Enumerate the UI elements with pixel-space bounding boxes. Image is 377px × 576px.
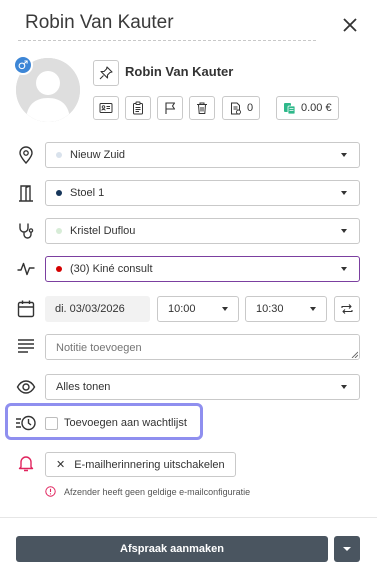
title-underline — [18, 40, 316, 41]
dialog-title: Robin Van Kauter — [25, 12, 174, 33]
service-row-icon — [14, 257, 38, 281]
room-row-icon — [14, 181, 38, 205]
dialog-header: Robin Van Kauter — [0, 0, 377, 48]
therapist-color-dot — [56, 228, 62, 234]
chevron-down-icon — [341, 191, 347, 195]
close-icon — [343, 18, 357, 32]
end-time-value: 10:30 — [256, 303, 284, 315]
chevron-down-icon — [341, 267, 347, 271]
text-lines-icon — [18, 339, 34, 353]
therapist-row-icon — [14, 219, 38, 243]
repeat-button[interactable] — [334, 296, 360, 322]
location-color-dot — [56, 152, 62, 158]
coins-icon — [284, 102, 296, 114]
clock-history-icon — [16, 415, 36, 431]
visibility-select[interactable]: Alles tonen — [45, 374, 360, 400]
notes-row-icon — [14, 333, 38, 357]
room-color-dot — [56, 190, 62, 196]
room-value: Stoel 1 — [70, 187, 105, 199]
therapist-value: Kristel Duflou — [70, 225, 136, 237]
notes-input[interactable] — [45, 334, 360, 360]
service-select[interactable]: (30) Kiné consult — [45, 256, 360, 282]
reminder-row-icon — [14, 451, 38, 475]
service-color-dot — [56, 266, 62, 272]
bell-icon — [18, 456, 34, 472]
delete-button[interactable] — [189, 96, 215, 120]
patient-card-button[interactable] — [93, 96, 119, 120]
chevron-down-icon — [341, 229, 347, 233]
documents-count-button[interactable]: 0 — [222, 96, 261, 120]
end-time-select[interactable]: 10:30 — [245, 296, 327, 322]
disable-email-reminder-button[interactable]: ✕ E-mailherinnering uitschakelen — [45, 452, 236, 477]
start-time-select[interactable]: 10:00 — [157, 296, 239, 322]
email-button-label: E-mailherinnering uitschakelen — [74, 458, 225, 471]
eye-icon — [16, 380, 36, 394]
gender-badge: ♂ — [13, 55, 33, 75]
balance-amount: 0.00 € — [301, 102, 332, 114]
room-select[interactable]: Stoel 1 — [45, 180, 360, 206]
pin-icon — [99, 66, 113, 80]
flag-button[interactable] — [157, 96, 183, 120]
submit-options-button[interactable] — [334, 536, 360, 562]
chevron-down-icon — [341, 385, 347, 389]
resize-grip-icon[interactable] — [351, 351, 358, 358]
location-value: Nieuw Zuid — [70, 149, 126, 161]
stethoscope-icon — [19, 223, 34, 239]
location-row-icon — [14, 143, 38, 167]
clipboard-icon — [133, 101, 143, 115]
id-card-icon — [99, 103, 113, 113]
chevron-down-icon — [341, 153, 347, 157]
start-time-value: 10:00 — [168, 303, 196, 315]
document-clip-icon — [231, 102, 241, 114]
location-select[interactable]: Nieuw Zuid — [45, 142, 360, 168]
chevron-down-icon — [343, 547, 351, 551]
therapist-select[interactable]: Kristel Duflou — [45, 218, 360, 244]
alert-circle-icon — [45, 486, 56, 497]
service-value: (30) Kiné consult — [70, 263, 153, 275]
calendar-icon — [17, 300, 35, 318]
documents-count: 0 — [247, 102, 254, 114]
visibility-value: Alles tonen — [56, 381, 111, 393]
patient-name: Robin Van Kauter — [125, 64, 234, 79]
chevron-down-icon — [310, 307, 316, 311]
pin-button[interactable] — [93, 60, 119, 86]
repeat-icon — [341, 304, 353, 314]
flag-icon — [165, 102, 176, 114]
visibility-row-icon — [14, 375, 38, 399]
date-value: di. 03/03/2026 — [55, 303, 125, 315]
email-warning: Afzender heeft geen geldige e-mailconfig… — [45, 486, 250, 497]
email-warning-text: Afzender heeft geen geldige e-mailconfig… — [64, 486, 251, 497]
activity-icon — [17, 262, 35, 276]
door-icon — [19, 185, 33, 202]
close-button[interactable] — [339, 14, 361, 36]
create-appointment-button[interactable]: Afspraak aanmaken — [16, 536, 328, 562]
clipboard-button[interactable] — [125, 96, 151, 120]
waitlist-checkbox[interactable] — [45, 417, 58, 430]
balance-button[interactable]: 0.00 € — [276, 96, 339, 120]
chevron-down-icon — [222, 307, 228, 311]
waitlist-label[interactable]: Toevoegen aan wachtlijst — [64, 417, 187, 429]
date-field[interactable]: di. 03/03/2026 — [45, 296, 150, 322]
create-appointment-label: Afspraak aanmaken — [120, 543, 224, 555]
close-icon: ✕ — [56, 458, 66, 471]
map-pin-icon — [19, 146, 33, 165]
waitlist-row-icon — [14, 411, 38, 435]
date-row-icon — [14, 297, 38, 321]
trash-icon — [197, 102, 207, 114]
footer-divider — [0, 517, 377, 518]
